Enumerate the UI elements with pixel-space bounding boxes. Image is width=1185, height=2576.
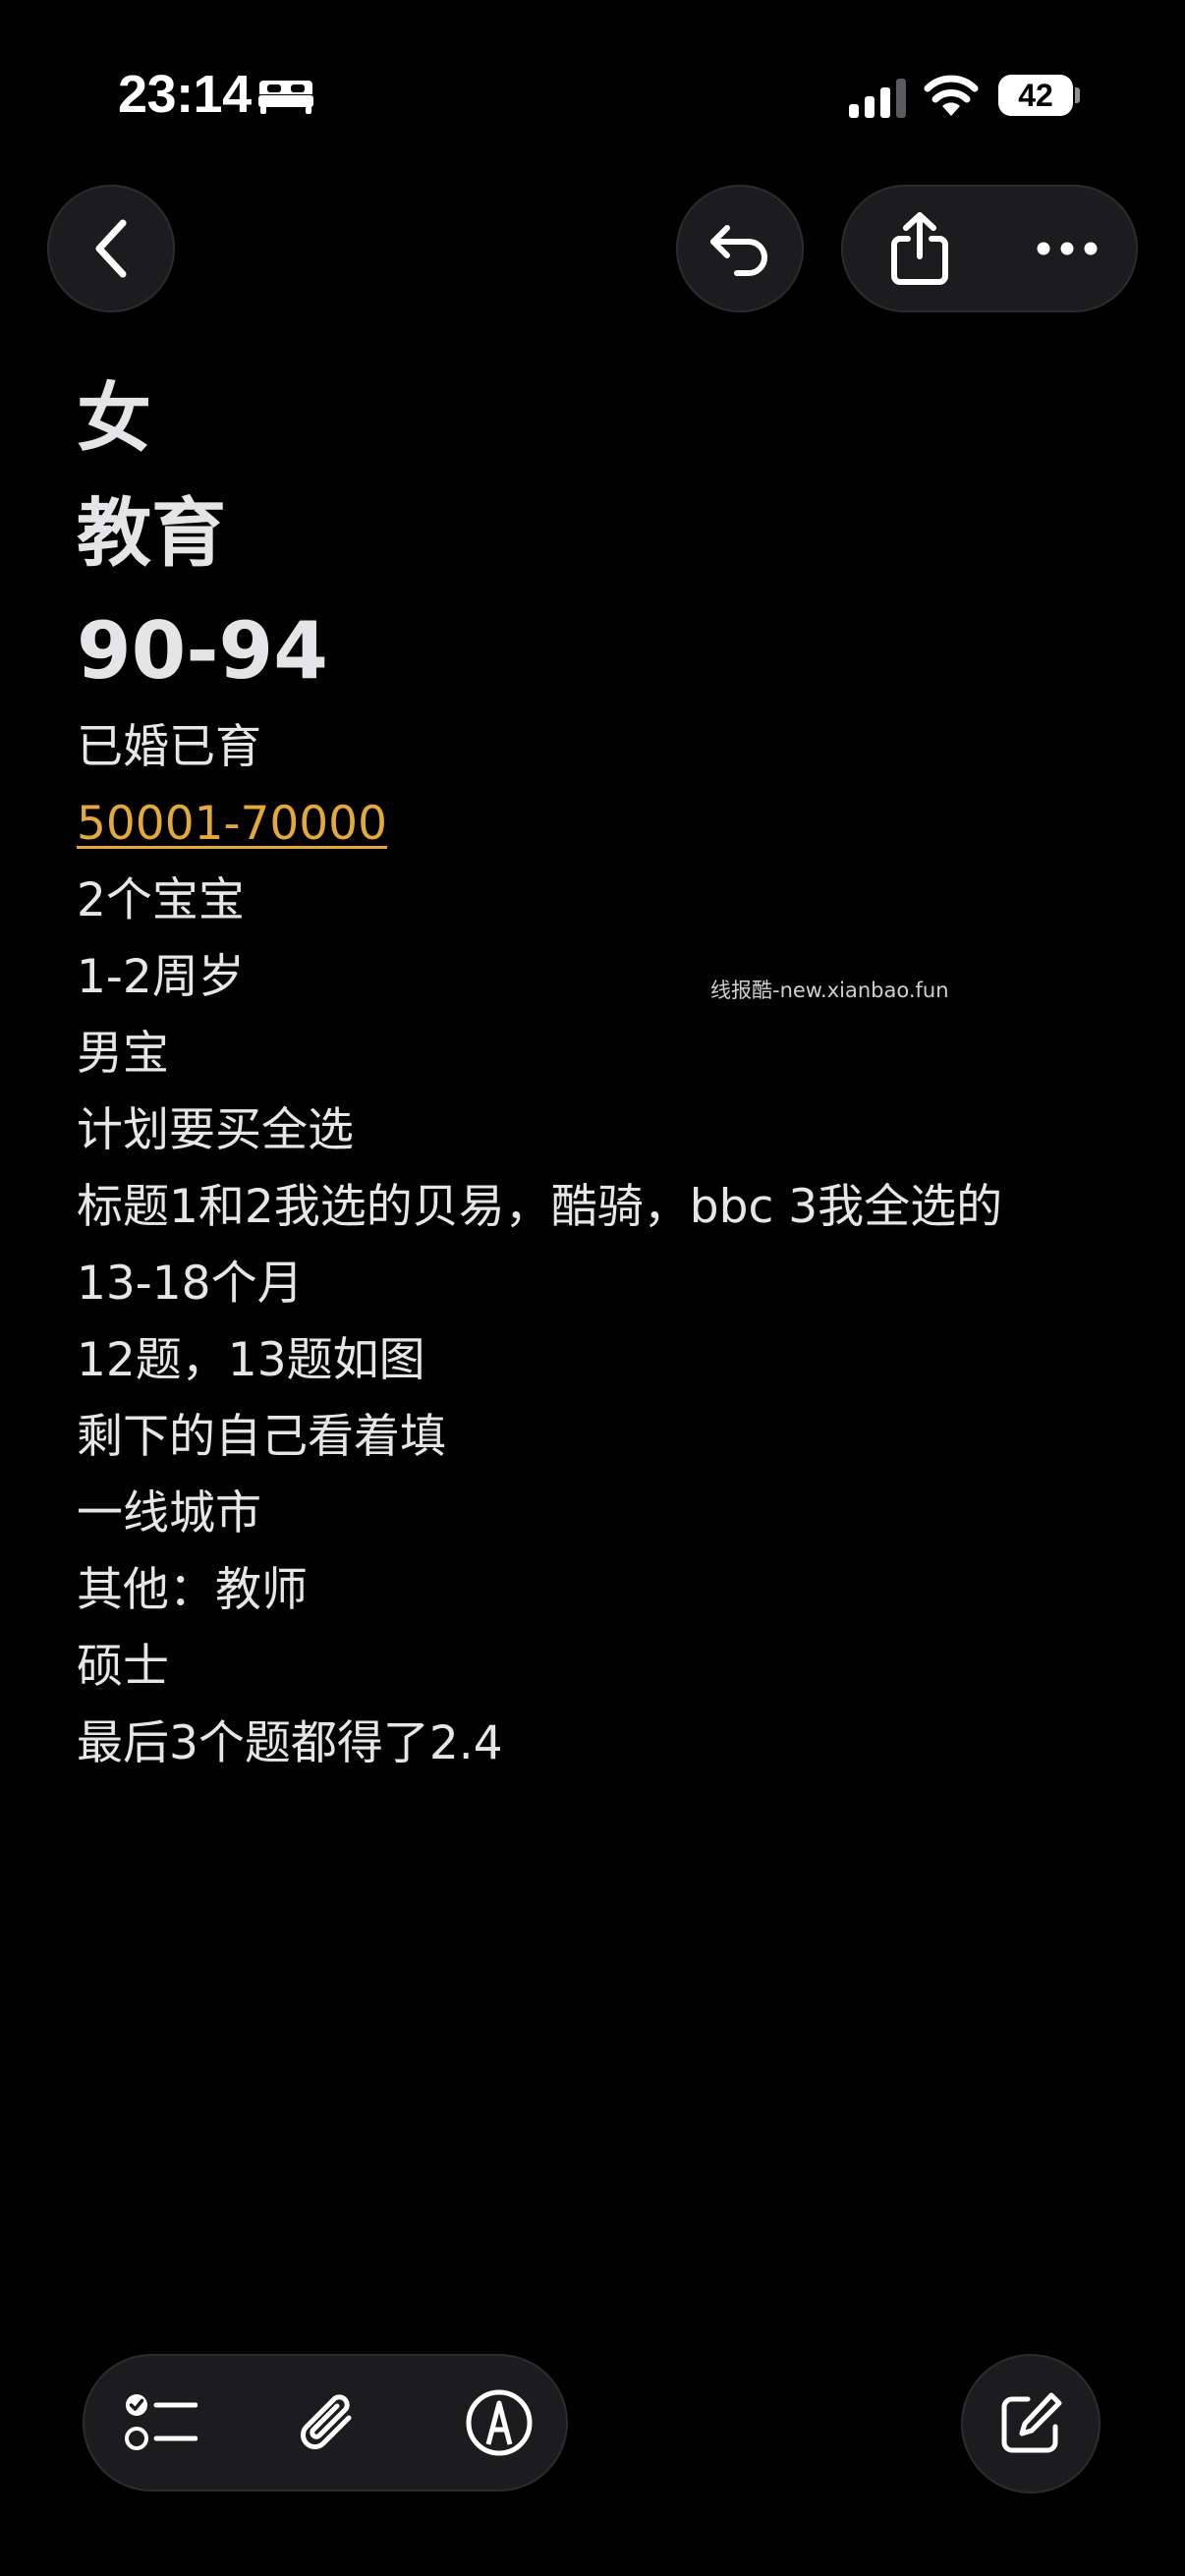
checklist-icon bbox=[125, 2394, 198, 2450]
wifi-icon bbox=[924, 75, 979, 116]
attach-button[interactable] bbox=[271, 2354, 389, 2492]
watermark-text: 线报酷-new.xianbao.fun bbox=[710, 979, 949, 1002]
bottom-toolbar bbox=[83, 2354, 568, 2492]
markup-pen-icon bbox=[466, 2389, 533, 2456]
status-time: 23:14 bbox=[118, 65, 252, 124]
markup-button[interactable] bbox=[440, 2354, 558, 2492]
back-button[interactable] bbox=[47, 185, 175, 312]
battery-level: 42 bbox=[1018, 78, 1053, 113]
note-heading: 女 bbox=[77, 374, 151, 462]
note-line: 剩下的自己看着填 bbox=[77, 1410, 446, 1464]
note-line: 标题1和2我选的贝易，酷骑，bbc 3我全选的 bbox=[77, 1180, 1003, 1234]
share-more-group bbox=[841, 185, 1138, 312]
note-line: 最后3个题都得了2.4 bbox=[77, 1716, 503, 1770]
share-button[interactable] bbox=[861, 185, 979, 312]
bed-icon bbox=[258, 81, 313, 114]
note-link-line[interactable]: 50001-70000 bbox=[77, 786, 1138, 863]
chevron-left-icon bbox=[95, 219, 127, 278]
paperclip-icon bbox=[301, 2394, 352, 2449]
note-line: 13-18个月 bbox=[77, 1257, 304, 1311]
checklist-button[interactable] bbox=[102, 2354, 220, 2492]
note-line: 男宝 bbox=[77, 1027, 169, 1081]
more-button[interactable] bbox=[1008, 185, 1126, 312]
ellipsis-icon bbox=[1037, 242, 1098, 255]
note-content[interactable]: 女 教育 90-94 已婚已育 50001-70000 2个宝宝 1-2周岁 男… bbox=[77, 364, 1138, 1782]
compose-icon bbox=[1001, 2392, 1062, 2453]
battery-cap bbox=[1075, 87, 1080, 103]
compose-button[interactable] bbox=[961, 2354, 1100, 2493]
undo-icon bbox=[710, 225, 767, 276]
note-line: 硕士 bbox=[77, 1640, 169, 1694]
note-line: 1-2周岁 bbox=[77, 950, 245, 1004]
note-line: 已婚已育 bbox=[77, 720, 261, 774]
note-line: 计划要买全选 bbox=[77, 1103, 354, 1157]
note-heading: 90-94 bbox=[77, 605, 328, 697]
undo-button[interactable] bbox=[676, 185, 804, 312]
note-line: 2个宝宝 bbox=[77, 873, 245, 927]
note-line: 其他：教师 bbox=[77, 1563, 308, 1617]
note-line: 12题，13题如图 bbox=[77, 1333, 425, 1387]
note-line: 一线城市 bbox=[77, 1486, 261, 1540]
note-heading: 教育 bbox=[77, 489, 226, 577]
cellular-signal-icon bbox=[849, 79, 906, 118]
share-icon bbox=[891, 212, 948, 285]
battery-icon: 42 bbox=[998, 75, 1080, 116]
